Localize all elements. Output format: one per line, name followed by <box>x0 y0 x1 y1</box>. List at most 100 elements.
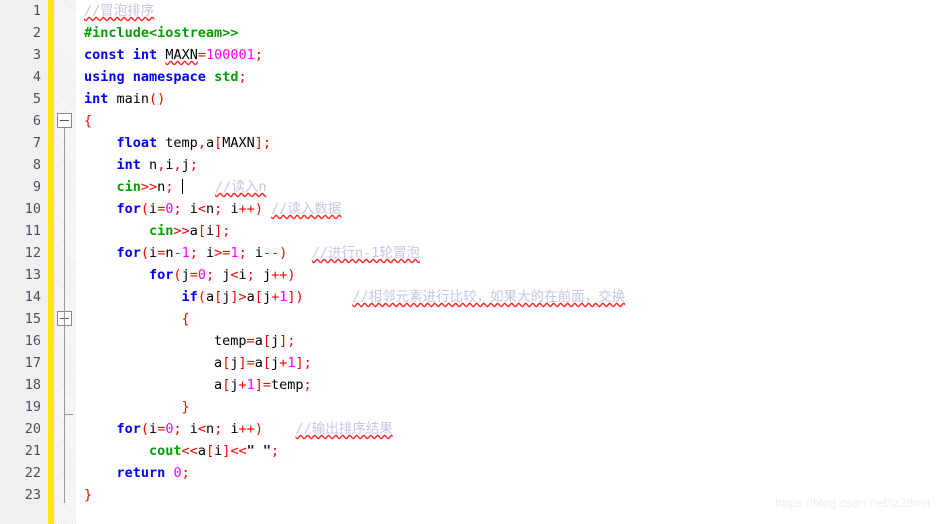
line-number: 3 <box>32 47 41 63</box>
code-line[interactable]: int main() <box>76 88 938 110</box>
code-line[interactable]: { <box>76 110 938 132</box>
code-line[interactable]: for(i=0; i<n; i++) //读入数据 <box>76 198 938 220</box>
token-id: j <box>270 333 280 349</box>
token-kw: const <box>84 47 125 63</box>
code-line[interactable]: for(j=0; j<i; j++) <box>76 264 938 286</box>
code-line[interactable]: cin>>n; //读入n <box>76 176 938 198</box>
token-op: ; <box>262 135 272 151</box>
token-op: } <box>181 399 190 415</box>
token-op: ; <box>189 157 198 173</box>
line-number: 10 <box>24 201 41 217</box>
token-kw: int <box>84 91 109 107</box>
token-id <box>255 267 263 283</box>
token-op: ; <box>173 421 182 437</box>
code-line[interactable]: if(a[j]>a[j+1]) //相邻元素进行比较，如果大的在前面，交换 <box>76 286 938 308</box>
token-strm: cin <box>116 179 141 195</box>
code-line[interactable]: for(i=0; i<n; i++) //输出排序结果 <box>76 418 938 440</box>
token-id: j <box>262 267 272 283</box>
token-kw: for <box>116 421 141 437</box>
token-strm: cout <box>149 443 182 459</box>
code-line[interactable]: temp=a[j]; <box>76 330 938 352</box>
token-op: ] <box>230 289 239 305</box>
token-id: i <box>230 201 239 217</box>
code-line[interactable]: a[j]=a[j+1]; <box>76 352 938 374</box>
token-id: i <box>238 267 247 283</box>
token-op: ; <box>238 245 247 261</box>
token-op: ) <box>254 421 263 437</box>
token-op: >= <box>214 245 231 261</box>
token-num: 0 <box>173 465 182 481</box>
token-id <box>84 311 182 327</box>
token-id: MAXN <box>222 135 255 151</box>
token-id <box>84 443 149 459</box>
token-cmt: //相邻元素进行比较，如果大的在前面，交换 <box>352 289 626 305</box>
token-id: i <box>205 223 215 239</box>
code-line[interactable]: const int MAXN=100001; <box>76 44 938 66</box>
code-line[interactable]: //冒泡排序 <box>76 0 938 22</box>
token-id: temp <box>271 377 304 393</box>
token-op: } <box>84 487 93 503</box>
token-op: ( <box>140 421 150 437</box>
token-id: i <box>230 421 239 437</box>
code-folding-margin[interactable] <box>54 0 76 524</box>
token-kw: if <box>181 289 198 305</box>
fold-collapse-box[interactable] <box>57 113 72 128</box>
token-kw: using <box>84 69 125 85</box>
token-op: = <box>197 47 206 63</box>
code-line[interactable]: } <box>76 396 938 418</box>
token-op: ] <box>295 355 304 371</box>
token-kw: int <box>132 47 158 63</box>
token-kw: for <box>116 201 141 217</box>
token-op: ; <box>303 355 312 371</box>
token-id <box>108 91 116 107</box>
token-op: [ <box>262 333 271 349</box>
token-id <box>263 421 296 437</box>
token-id <box>84 289 182 305</box>
line-number: 13 <box>24 267 41 283</box>
token-id <box>84 157 117 173</box>
token-id <box>84 245 117 261</box>
line-number-gutter[interactable]: 1 2 3 4 5 6 7 8 9 10 11 12 13 14 15 16 17 18 19 20 21 22 23 <box>0 0 48 524</box>
code-line[interactable]: return 0; <box>76 462 938 484</box>
code-line[interactable]: int n,i,j; <box>76 154 938 176</box>
line-number: 9 <box>32 179 41 195</box>
token-id: a <box>254 333 263 349</box>
token-op: [ <box>205 443 215 459</box>
token-op: + <box>271 289 280 305</box>
token-id <box>84 135 117 151</box>
code-line[interactable]: cout<<a[i]<<" "; <box>76 440 938 462</box>
token-id <box>182 201 190 217</box>
token-id: a <box>214 355 223 371</box>
token-id: i <box>149 421 158 437</box>
watermark-url: https://blog.csdn.net/lz28noi <box>775 496 930 510</box>
token-op: ] <box>287 289 296 305</box>
code-line[interactable]: #include<iostream>> <box>76 22 938 44</box>
token-op: = <box>246 333 255 349</box>
fold-guide-line-outer <box>64 128 65 503</box>
code-line[interactable]: for(i=n-1; i>=1; i--) //进行n-1轮冒泡 <box>76 242 938 264</box>
fold-end-tick <box>64 414 73 415</box>
token-op: ; <box>238 69 247 85</box>
token-id: i <box>189 421 198 437</box>
token-strm: cin <box>149 223 174 239</box>
token-op: ; <box>246 267 255 283</box>
code-line[interactable]: { <box>76 308 938 330</box>
code-line[interactable]: float temp,a[MAXN]; <box>76 132 938 154</box>
token-id: i <box>149 201 158 217</box>
token-num: 100001 <box>205 47 255 63</box>
token-op: ( <box>197 289 206 305</box>
line-number: 14 <box>24 289 41 305</box>
code-line[interactable]: cin>>a[i]; <box>76 220 938 242</box>
token-id <box>84 333 214 349</box>
token-id: n <box>206 201 215 217</box>
token-op: [ <box>262 355 272 371</box>
code-editor[interactable]: 1 2 3 4 5 6 7 8 9 10 11 12 13 14 15 16 17 18 19 20 21 22 23 //… <box>0 0 938 524</box>
code-text-area[interactable]: //冒泡排序 #include<iostream>> const int MAXN=… <box>76 0 938 524</box>
code-line[interactable]: a[j+1]=temp; <box>76 374 938 396</box>
code-line[interactable]: using namespace std; <box>76 66 938 88</box>
token-id <box>84 465 117 481</box>
token-op: ++ <box>238 421 255 437</box>
token-op: ; <box>189 245 198 261</box>
token-cmt: //读入n <box>215 179 267 195</box>
token-id: a <box>197 443 206 459</box>
